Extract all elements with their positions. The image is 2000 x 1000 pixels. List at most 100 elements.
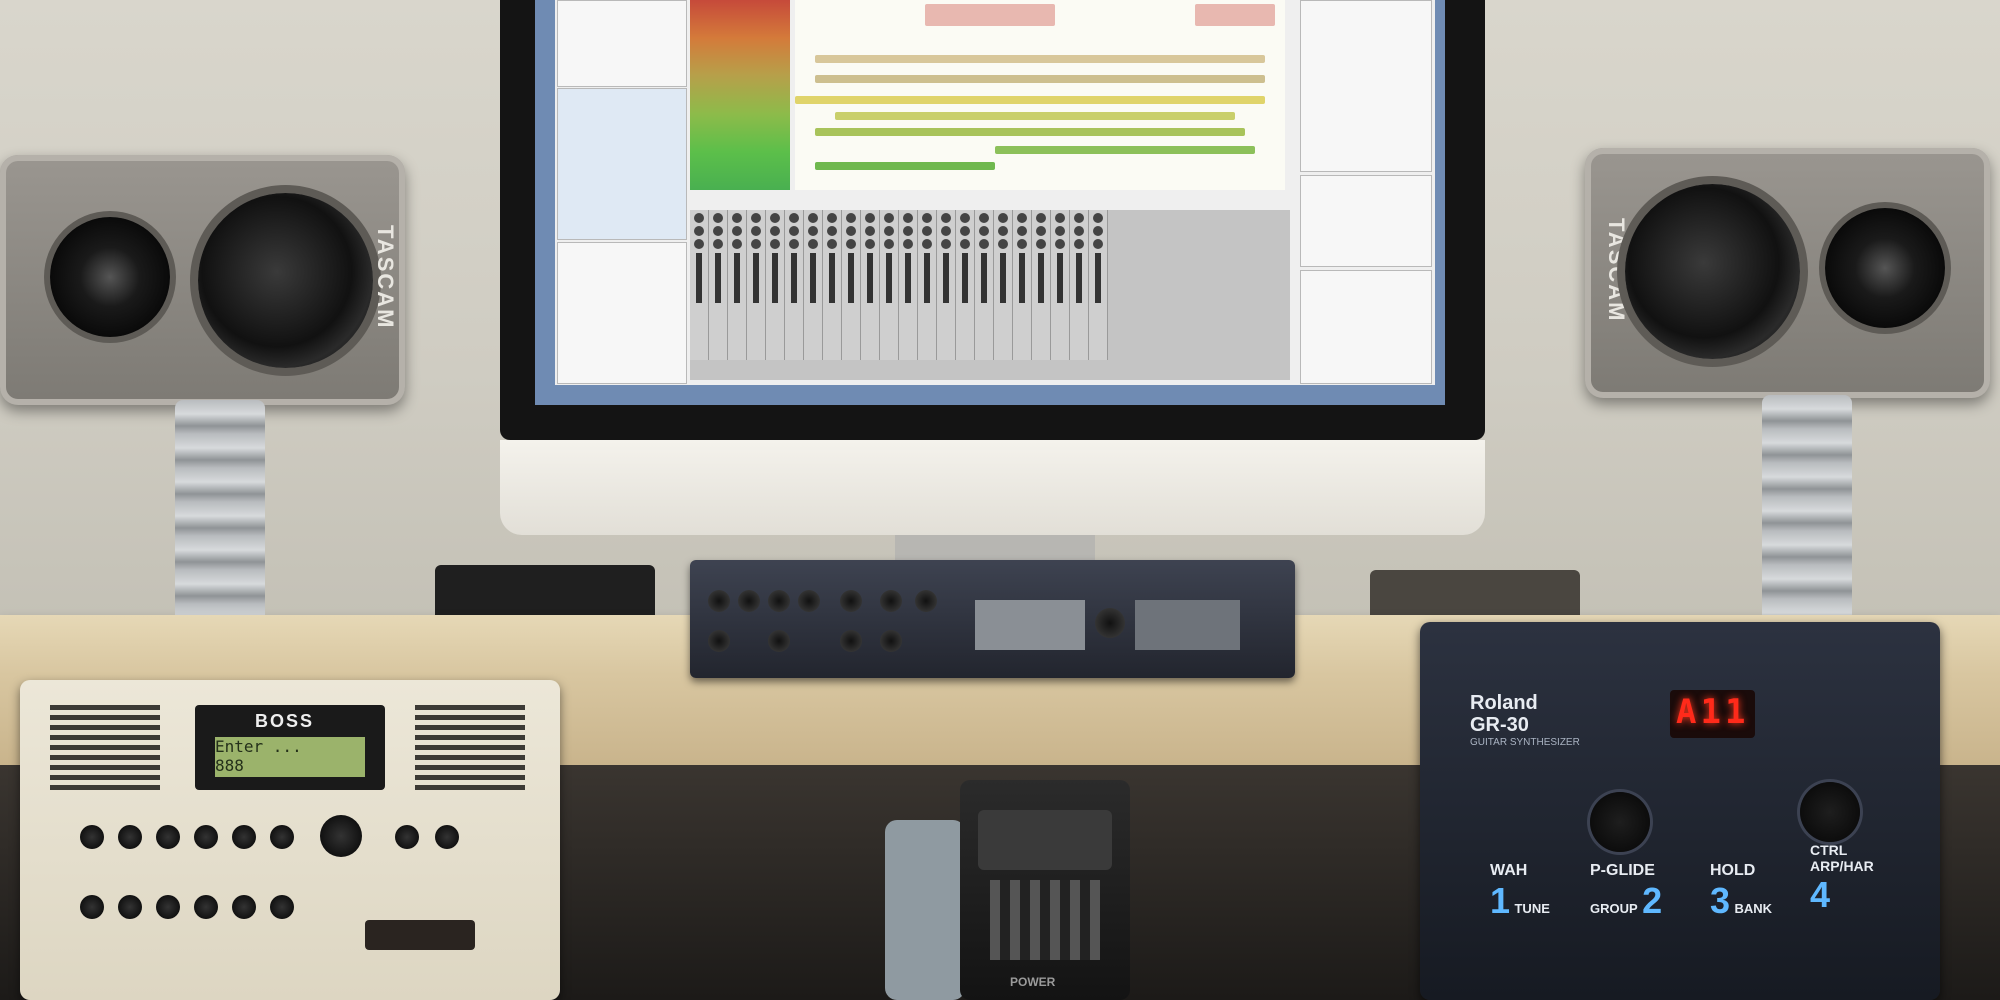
daw-inspector-panel [557,242,687,384]
monitor-stand [895,535,1095,563]
daw-browser-panel [557,88,687,240]
mixer-channel [918,210,937,360]
boss-vent-left [50,705,160,795]
interface-knob [798,590,820,612]
boss-display-panel: BOSS Enter ... 888 [195,705,385,790]
roland-knob[interactable] [1800,782,1860,842]
boss-unit: BOSS Enter ... 888 [20,680,560,1000]
mixer-channel [728,210,747,360]
roland-led-panel: A11 [1670,690,1755,738]
interface-knob [768,630,790,652]
mixer-channel [709,210,728,360]
daw-track-headers [690,0,790,190]
daw-application-window [555,0,1435,385]
boss-knob[interactable] [118,895,142,919]
boss-knob[interactable] [156,825,180,849]
mixer-channel [1051,210,1070,360]
mixer-channel [842,210,861,360]
roland-pedal-2-top: P-GLIDE [1590,862,1655,879]
roland-pedal-4-number: 4 [1810,874,1831,915]
boss-patch-knob[interactable] [320,815,362,857]
boss-knob[interactable] [118,825,142,849]
roland-pedal-4-top: CTRL ARP/HAR [1810,842,1874,874]
clip [835,112,1235,120]
interface-knob [708,630,730,652]
audio-interface [690,560,1295,678]
roland-pedal-3: HOLD 3 BANK [1710,862,1772,922]
right-speaker-woofer [1625,184,1800,359]
left-speaker: TASCAM [0,155,405,405]
boss-lcd: Enter ... 888 [215,737,365,777]
boss-knob[interactable] [156,895,180,919]
roland-brand: Roland [1470,692,1538,714]
roland-model: GR-30 [1470,714,1529,736]
clip [815,128,1245,136]
roland-pedal-3-number: 3 [1710,880,1731,921]
interface-knob [738,590,760,612]
clip [815,55,1265,63]
mixer-channel [861,210,880,360]
interface-display [975,600,1085,650]
left-speaker-stand [175,400,265,650]
boss-knob[interactable] [194,825,218,849]
boss-lcd-line1: Enter ... [215,737,302,756]
boss-vent-right [415,705,525,795]
boss-knob[interactable] [232,825,256,849]
roland-pedal-3-bottom: BANK [1734,901,1773,916]
boss-knob[interactable] [232,895,256,919]
roland-knob[interactable] [1590,792,1650,852]
interface-knob [768,590,790,612]
daw-instrument-panel [1300,175,1432,267]
mixer-channel [956,210,975,360]
right-speaker-stand [1762,395,1852,645]
roland-pedal-4: CTRL ARP/HAR 4 [1810,842,1900,916]
boss-knob[interactable] [395,825,419,849]
mixer-channel [804,210,823,360]
left-speaker-brand: TASCAM [373,225,398,330]
mixer-channel [1089,210,1108,360]
roland-pedal-2-bottom: GROUP [1590,901,1638,916]
mixer-channel [823,210,842,360]
mixer-channel [975,210,994,360]
mixer-channel [690,210,709,360]
roland-pedal-2: P-GLIDE GROUP 2 [1590,862,1662,922]
clip [995,146,1255,154]
roland-led-display: A11 [1676,692,1750,732]
boss-knob[interactable] [194,895,218,919]
clip [1195,4,1275,26]
mixer-channel [994,210,1013,360]
roland-pedal-labels: WAH 1 TUNE P-GLIDE GROUP 2 HOLD 3 BANK C… [1490,842,1890,942]
pedal-button-grid [990,880,1100,960]
roland-subtitle: GUITAR SYNTHESIZER [1470,737,1580,748]
boss-knob[interactable] [270,825,294,849]
pedal-brand: POWER [1010,975,1056,989]
roland-pedal-1-top: WAH [1490,862,1528,879]
roland-pedal-3-top: HOLD [1710,862,1756,879]
boss-knob[interactable] [80,895,104,919]
interface-knob [880,630,902,652]
clip [815,162,995,170]
right-speaker-tweeter [1825,208,1945,328]
mixer-channel [785,210,804,360]
clip [795,96,1265,104]
boss-lcd-line2: 888 [215,756,244,775]
boss-knob[interactable] [80,825,104,849]
mixer-channel [1070,210,1089,360]
left-speaker-woofer [198,193,373,368]
boss-power-panel [365,920,475,950]
mixer-channel [1032,210,1051,360]
boss-knob[interactable] [435,825,459,849]
roland-gr30-unit: Roland GR-30 GUITAR SYNTHESIZER A11 WAH … [1420,622,1940,1000]
boss-knob[interactable] [270,895,294,919]
daw-list-panel [1300,0,1432,172]
mixer-channel [747,210,766,360]
clip [815,75,1265,83]
mixer-channel [937,210,956,360]
roland-pedal-1-number: 1 [1490,880,1511,921]
daw-mixer [690,210,1290,380]
daw-project-panel [557,0,687,87]
roland-pedal-1-bottom: TUNE [1514,901,1550,916]
interface-knob [708,590,730,612]
daw-arrange-area [795,0,1285,190]
expression-pedal [885,820,965,1000]
